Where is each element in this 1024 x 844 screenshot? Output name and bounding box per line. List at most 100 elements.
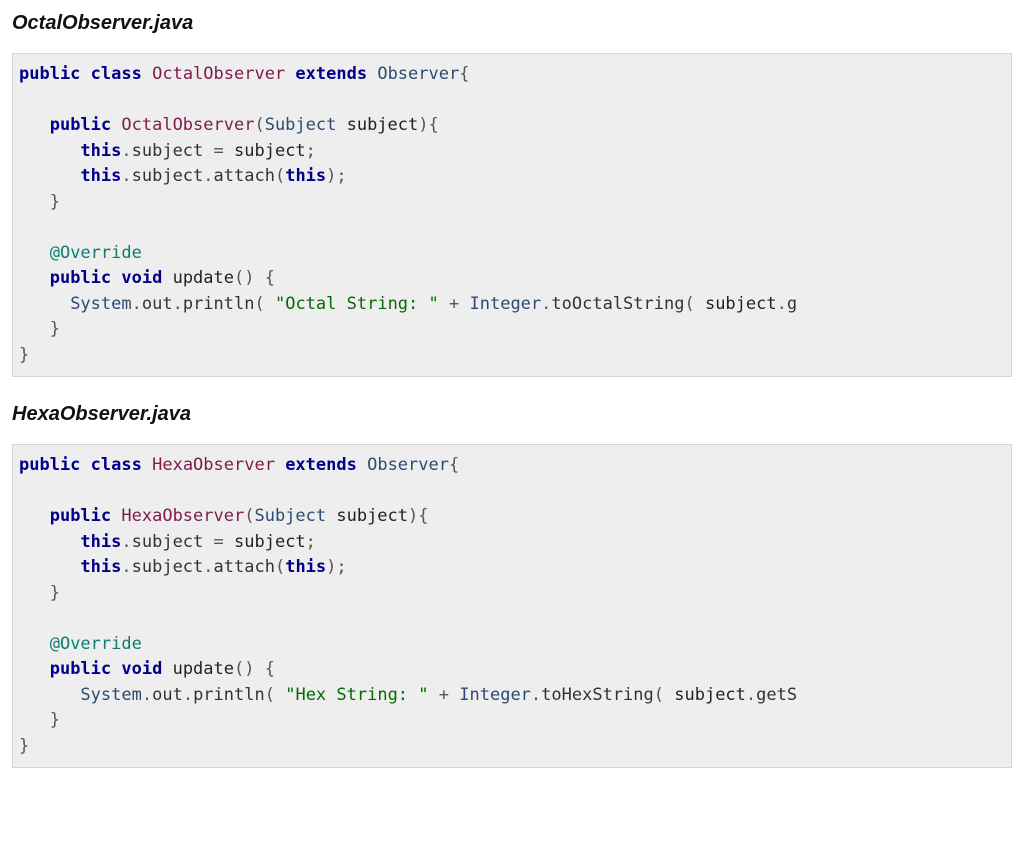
code-token-kw: this [80, 557, 121, 577]
code-token-sym: } [50, 710, 60, 730]
code-token-kw: public [50, 506, 111, 526]
code-token-sym: . [777, 294, 787, 314]
code-token-sym: { [418, 506, 428, 526]
code-token-sym: . [142, 685, 152, 705]
code-token-kw: this [80, 141, 121, 161]
file-block: OctalObserver.java public class OctalObs… [12, 12, 1012, 377]
code-token-usr: System [80, 685, 141, 705]
code-token-sym: . [132, 294, 142, 314]
code-token-mem: toOctalString [551, 294, 684, 314]
code-token-sym: ) [244, 659, 254, 679]
code-token-sym: . [203, 166, 213, 186]
code-token-sym: ) [408, 506, 418, 526]
code-token-sym: ( [275, 557, 285, 577]
code-token-mem: subject [132, 532, 204, 552]
code-token-sym: } [19, 736, 29, 756]
code-token-kw: public [50, 268, 111, 288]
code-token-sym: ( [654, 685, 664, 705]
code-token-sym: ; [336, 557, 346, 577]
file-block: HexaObserver.java public class HexaObser… [12, 403, 1012, 768]
code-token-mem: getS [756, 685, 797, 705]
code-token-usr: Observer [367, 455, 449, 475]
code-token-mem: out [142, 294, 173, 314]
code-token-sym: . [531, 685, 541, 705]
code-token-sym: ( [265, 685, 275, 705]
file-title: HexaObserver.java [12, 403, 1012, 426]
code-block: public class OctalObserver extends Obser… [12, 53, 1012, 377]
code-token-mem: out [152, 685, 183, 705]
code-token-sym: ( [244, 506, 254, 526]
code-token-usr: Subject [254, 506, 326, 526]
code-token-sym: . [121, 557, 131, 577]
code-token-sym: ( [254, 294, 264, 314]
code-token-mem: g [787, 294, 797, 314]
code-token-typ: HexaObserver [152, 455, 275, 475]
code-token-mem: subject [132, 557, 204, 577]
code-token-sym: } [50, 583, 60, 603]
code-token-typ: OctalObserver [152, 64, 285, 84]
code-token-sym: . [541, 294, 551, 314]
code-token-sym: ) [326, 166, 336, 186]
code-token-sym: . [121, 532, 131, 552]
code-token-kw: this [285, 557, 326, 577]
code-token-kw: public [50, 659, 111, 679]
code-token-kw: void [121, 659, 162, 679]
code-token-mem: subject [132, 166, 204, 186]
code-token-ann: @Override [50, 634, 142, 654]
code-token-mem: toHexString [541, 685, 654, 705]
code-token-sym: { [265, 268, 275, 288]
code-token-usr: Integer [470, 294, 542, 314]
code-token-sym: + [439, 685, 449, 705]
code-token-mem: attach [214, 557, 275, 577]
code-token-typ: HexaObserver [121, 506, 244, 526]
code-token-sym: = [214, 141, 224, 161]
code-token-sym: { [429, 115, 439, 135]
code-token-usr: System [70, 294, 131, 314]
code-token-sym: { [265, 659, 275, 679]
code-token-kw: class [91, 455, 142, 475]
code-token-sym: ; [306, 532, 316, 552]
code-token-sym: ) [244, 268, 254, 288]
code-token-kw: void [121, 268, 162, 288]
code-token-kw: extends [295, 64, 367, 84]
code-token-kw: extends [285, 455, 357, 475]
code-token-kw: class [91, 64, 142, 84]
code-token-mem: attach [214, 166, 275, 186]
code-token-sym: ( [234, 268, 244, 288]
code-token-kw: public [19, 64, 80, 84]
code-token-usr: Subject [265, 115, 337, 135]
code-token-sym: . [203, 557, 213, 577]
code-token-mem: subject [132, 141, 204, 161]
code-token-kw: this [80, 166, 121, 186]
code-token-sym: . [183, 685, 193, 705]
code-token-typ: OctalObserver [121, 115, 254, 135]
code-token-sym: ) [418, 115, 428, 135]
code-block: public class HexaObserver extends Observ… [12, 444, 1012, 768]
code-token-sym: { [449, 455, 459, 475]
code-token-sym: ( [275, 166, 285, 186]
code-token-sym: + [449, 294, 459, 314]
code-token-sym: . [746, 685, 756, 705]
code-token-mem: println [183, 294, 255, 314]
code-token-lit: "Hex String: " [285, 685, 428, 705]
code-token-sym: } [19, 345, 29, 365]
code-token-sym: . [173, 294, 183, 314]
code-token-sym: . [121, 166, 131, 186]
code-token-usr: Observer [377, 64, 459, 84]
code-token-sym: ) [326, 557, 336, 577]
code-token-sym: ; [336, 166, 346, 186]
code-token-kw: this [285, 166, 326, 186]
code-token-sym: = [214, 532, 224, 552]
code-token-sym: ( [684, 294, 694, 314]
code-token-usr: Integer [459, 685, 531, 705]
code-token-kw: this [80, 532, 121, 552]
code-token-sym: . [121, 141, 131, 161]
code-token-sym: ; [306, 141, 316, 161]
code-token-lit: "Octal String: " [275, 294, 439, 314]
code-token-sym: { [459, 64, 469, 84]
code-token-sym: ( [234, 659, 244, 679]
code-token-sym: } [50, 319, 60, 339]
file-title: OctalObserver.java [12, 12, 1012, 35]
code-token-ann: @Override [50, 243, 142, 263]
code-token-sym: ( [254, 115, 264, 135]
